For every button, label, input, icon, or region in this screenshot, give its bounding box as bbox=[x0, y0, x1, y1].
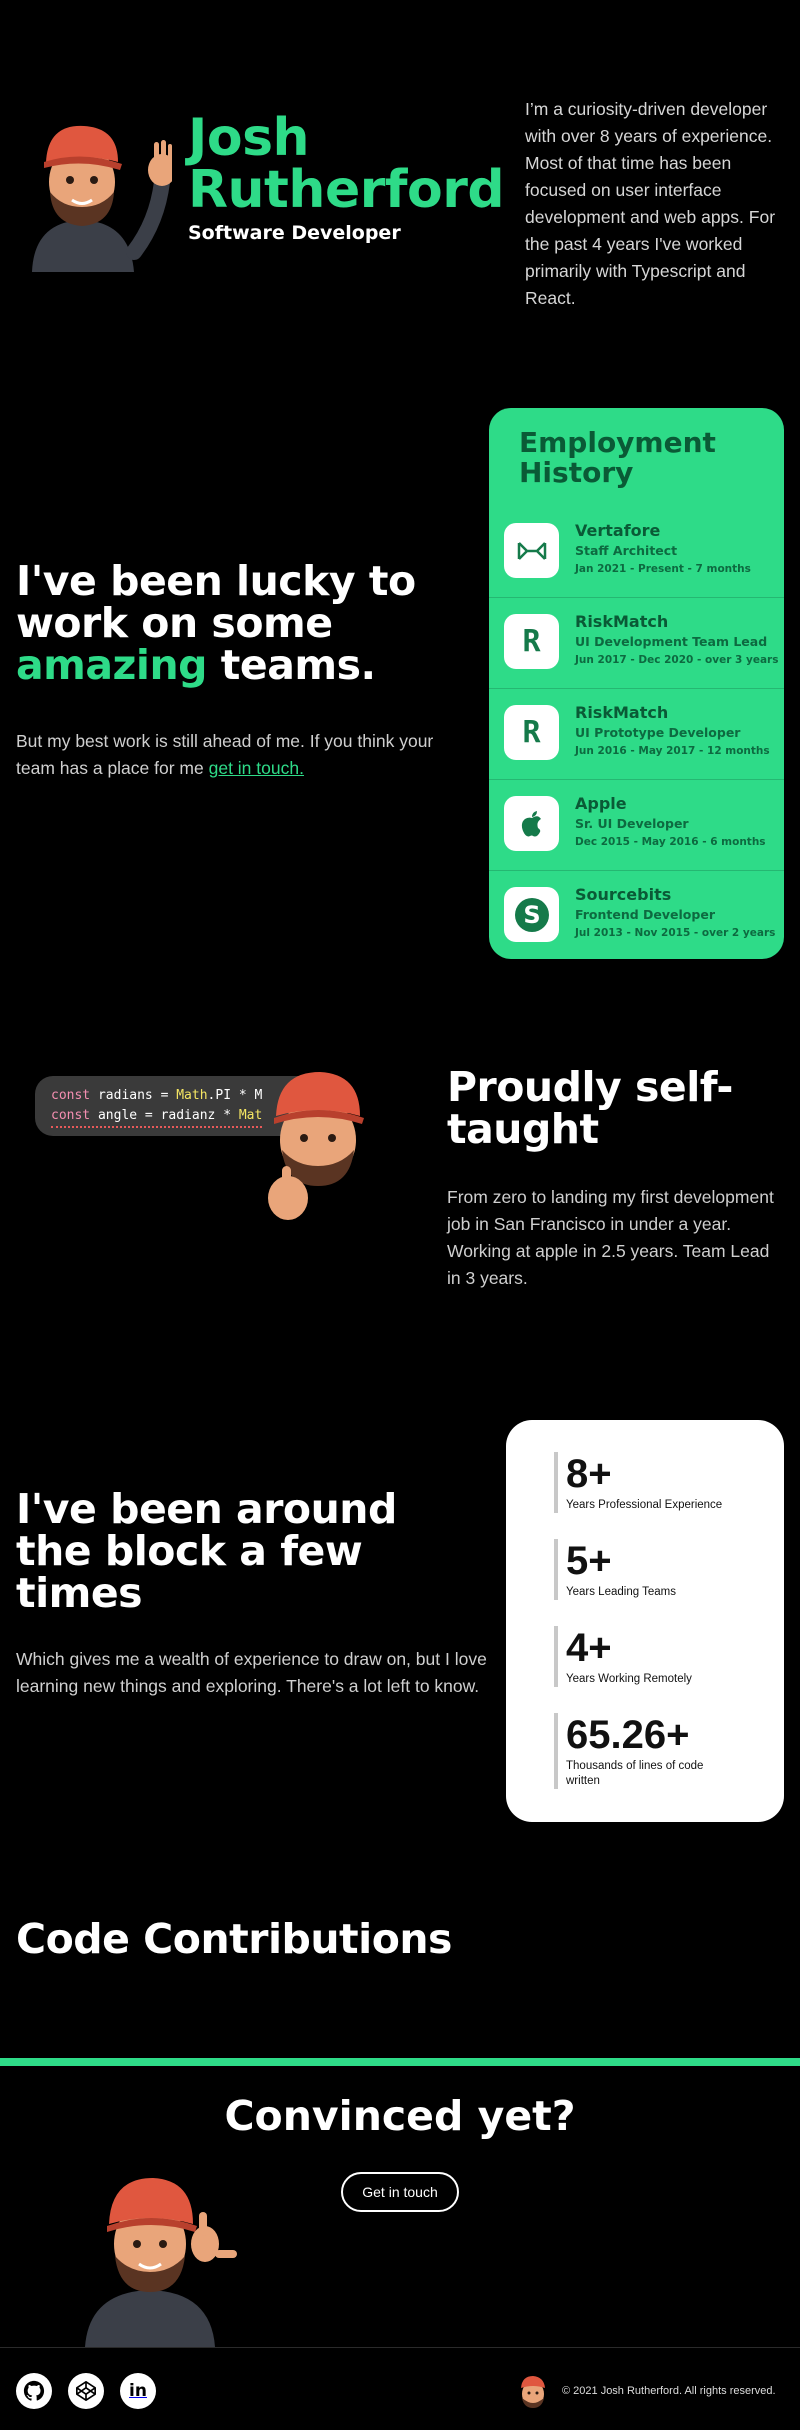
code-line-2: const angle = radianz * Mat bbox=[51, 1106, 263, 1128]
copyright-text: © 2021 Josh Rutherford. All rights reser… bbox=[562, 2385, 776, 2397]
employment-card-title: Employment History bbox=[519, 426, 716, 489]
employment-dates: Jan 2021 - Present - 7 months bbox=[575, 563, 751, 575]
hero-bio: I’m a curiosity-driven developer with ov… bbox=[525, 99, 776, 308]
employment-dates: Jul 2013 - Nov 2015 - over 2 years bbox=[575, 927, 776, 939]
section-divider bbox=[0, 2058, 800, 2066]
stat-value: 5+ bbox=[566, 1539, 612, 1583]
github-icon[interactable] bbox=[16, 2373, 52, 2409]
apple-logo-icon bbox=[504, 796, 559, 851]
code-keyword: const bbox=[51, 1088, 91, 1103]
svg-text:S: S bbox=[523, 901, 540, 929]
employment-company: RiskMatch bbox=[575, 612, 669, 631]
code-object: Math bbox=[176, 1088, 208, 1103]
employment-company: Sourcebits bbox=[575, 885, 672, 904]
memoji-thinking-avatar bbox=[268, 1072, 364, 1220]
linkedin-icon[interactable]: in bbox=[120, 2373, 156, 2409]
get-in-touch-link[interactable]: get in touch. bbox=[209, 758, 304, 778]
self-taught-heading: Proudly self-taught bbox=[447, 1063, 733, 1153]
employment-item: R RiskMatch UI Development Team Lead Jun… bbox=[489, 598, 784, 689]
footer-memoji-avatar bbox=[521, 2376, 545, 2408]
riskmatch-logo-icon: R bbox=[504, 614, 559, 669]
employment-role: Sr. UI Developer bbox=[575, 816, 689, 831]
employment-heading-end: teams. bbox=[220, 641, 376, 689]
stat-item: 8+ Years Professional Experience bbox=[554, 1452, 754, 1513]
employment-company: Apple bbox=[575, 794, 627, 813]
employment-role: Frontend Developer bbox=[575, 907, 715, 922]
experience-subtext: Which gives me a wealth of experience to… bbox=[16, 1649, 487, 1696]
employment-dates: Dec 2015 - May 2016 - 6 months bbox=[575, 836, 766, 848]
stat-label: Thousands of lines of code written bbox=[566, 1760, 704, 1787]
footer-divider bbox=[0, 2347, 800, 2348]
stats-card: 8+ Years Professional Experience 5+ Year… bbox=[506, 1420, 784, 1822]
vertafore-logo-icon bbox=[504, 523, 559, 578]
employment-dates: Jun 2017 - Dec 2020 - over 3 years bbox=[575, 654, 779, 666]
sourcebits-logo-icon: S bbox=[504, 887, 559, 942]
employment-company: RiskMatch bbox=[575, 703, 669, 722]
employment-item: S Sourcebits Frontend Developer Jul 2013… bbox=[489, 871, 784, 959]
stat-value: 8+ bbox=[566, 1452, 612, 1496]
experience-heading: I've been around the block a few times bbox=[16, 1485, 397, 1617]
hero-name: Josh Rutherford bbox=[188, 108, 505, 220]
memoji-call-me-avatar bbox=[85, 2178, 237, 2347]
codepen-icon[interactable] bbox=[68, 2373, 104, 2409]
code-text: radians = bbox=[90, 1088, 177, 1103]
employment-role: Staff Architect bbox=[575, 543, 678, 558]
employment-heading-highlight: amazing bbox=[16, 641, 208, 689]
employment-heading-text: I've been lucky to work on some bbox=[16, 557, 416, 647]
employment-role: UI Development Team Lead bbox=[575, 634, 768, 649]
code-text: angle = radianz * bbox=[90, 1108, 239, 1123]
employment-item: Vertafore Staff Architect Jan 2021 - Pre… bbox=[489, 507, 784, 598]
get-in-touch-button[interactable]: Get in touch bbox=[341, 2172, 459, 2212]
code-contributions-heading: Code Contributions bbox=[16, 1915, 452, 1963]
employment-dates: Jun 2016 - May 2017 - 12 months bbox=[575, 745, 770, 757]
stat-label: Years Leading Teams bbox=[566, 1586, 676, 1598]
memoji-wave-avatar bbox=[32, 125, 172, 272]
employment-company: Vertafore bbox=[575, 521, 661, 540]
stat-item: 4+ Years Working Remotely bbox=[554, 1626, 754, 1687]
code-keyword: const bbox=[51, 1108, 91, 1123]
stat-label: Years Professional Experience bbox=[566, 1499, 723, 1511]
stat-item: 65.26+ Thousands of lines of code writte… bbox=[554, 1713, 714, 1789]
self-taught-subtext: From zero to landing my first developmen… bbox=[447, 1187, 774, 1288]
employment-history-card: Employment History Vertafore Staff Archi… bbox=[489, 408, 784, 959]
riskmatch-logo-icon: R bbox=[504, 705, 559, 760]
cta-heading: Convinced yet? bbox=[224, 2092, 576, 2140]
employment-item: R RiskMatch UI Prototype Developer Jun 2… bbox=[489, 689, 784, 780]
employment-subtext: But my best work is still ahead of me. I… bbox=[16, 728, 476, 782]
employment-list: Vertafore Staff Architect Jan 2021 - Pre… bbox=[489, 507, 784, 959]
stat-value: 65.26+ bbox=[566, 1713, 690, 1757]
employment-item: Apple Sr. UI Developer Dec 2015 - May 20… bbox=[489, 780, 784, 871]
employment-heading: I've been lucky to work on some amazing … bbox=[16, 560, 476, 686]
stat-item: 5+ Years Leading Teams bbox=[554, 1539, 754, 1600]
stat-value: 4+ bbox=[566, 1626, 612, 1670]
hero-role: Software Developer bbox=[188, 222, 401, 244]
employment-role: UI Prototype Developer bbox=[575, 725, 741, 740]
stat-label: Years Working Remotely bbox=[566, 1673, 692, 1685]
